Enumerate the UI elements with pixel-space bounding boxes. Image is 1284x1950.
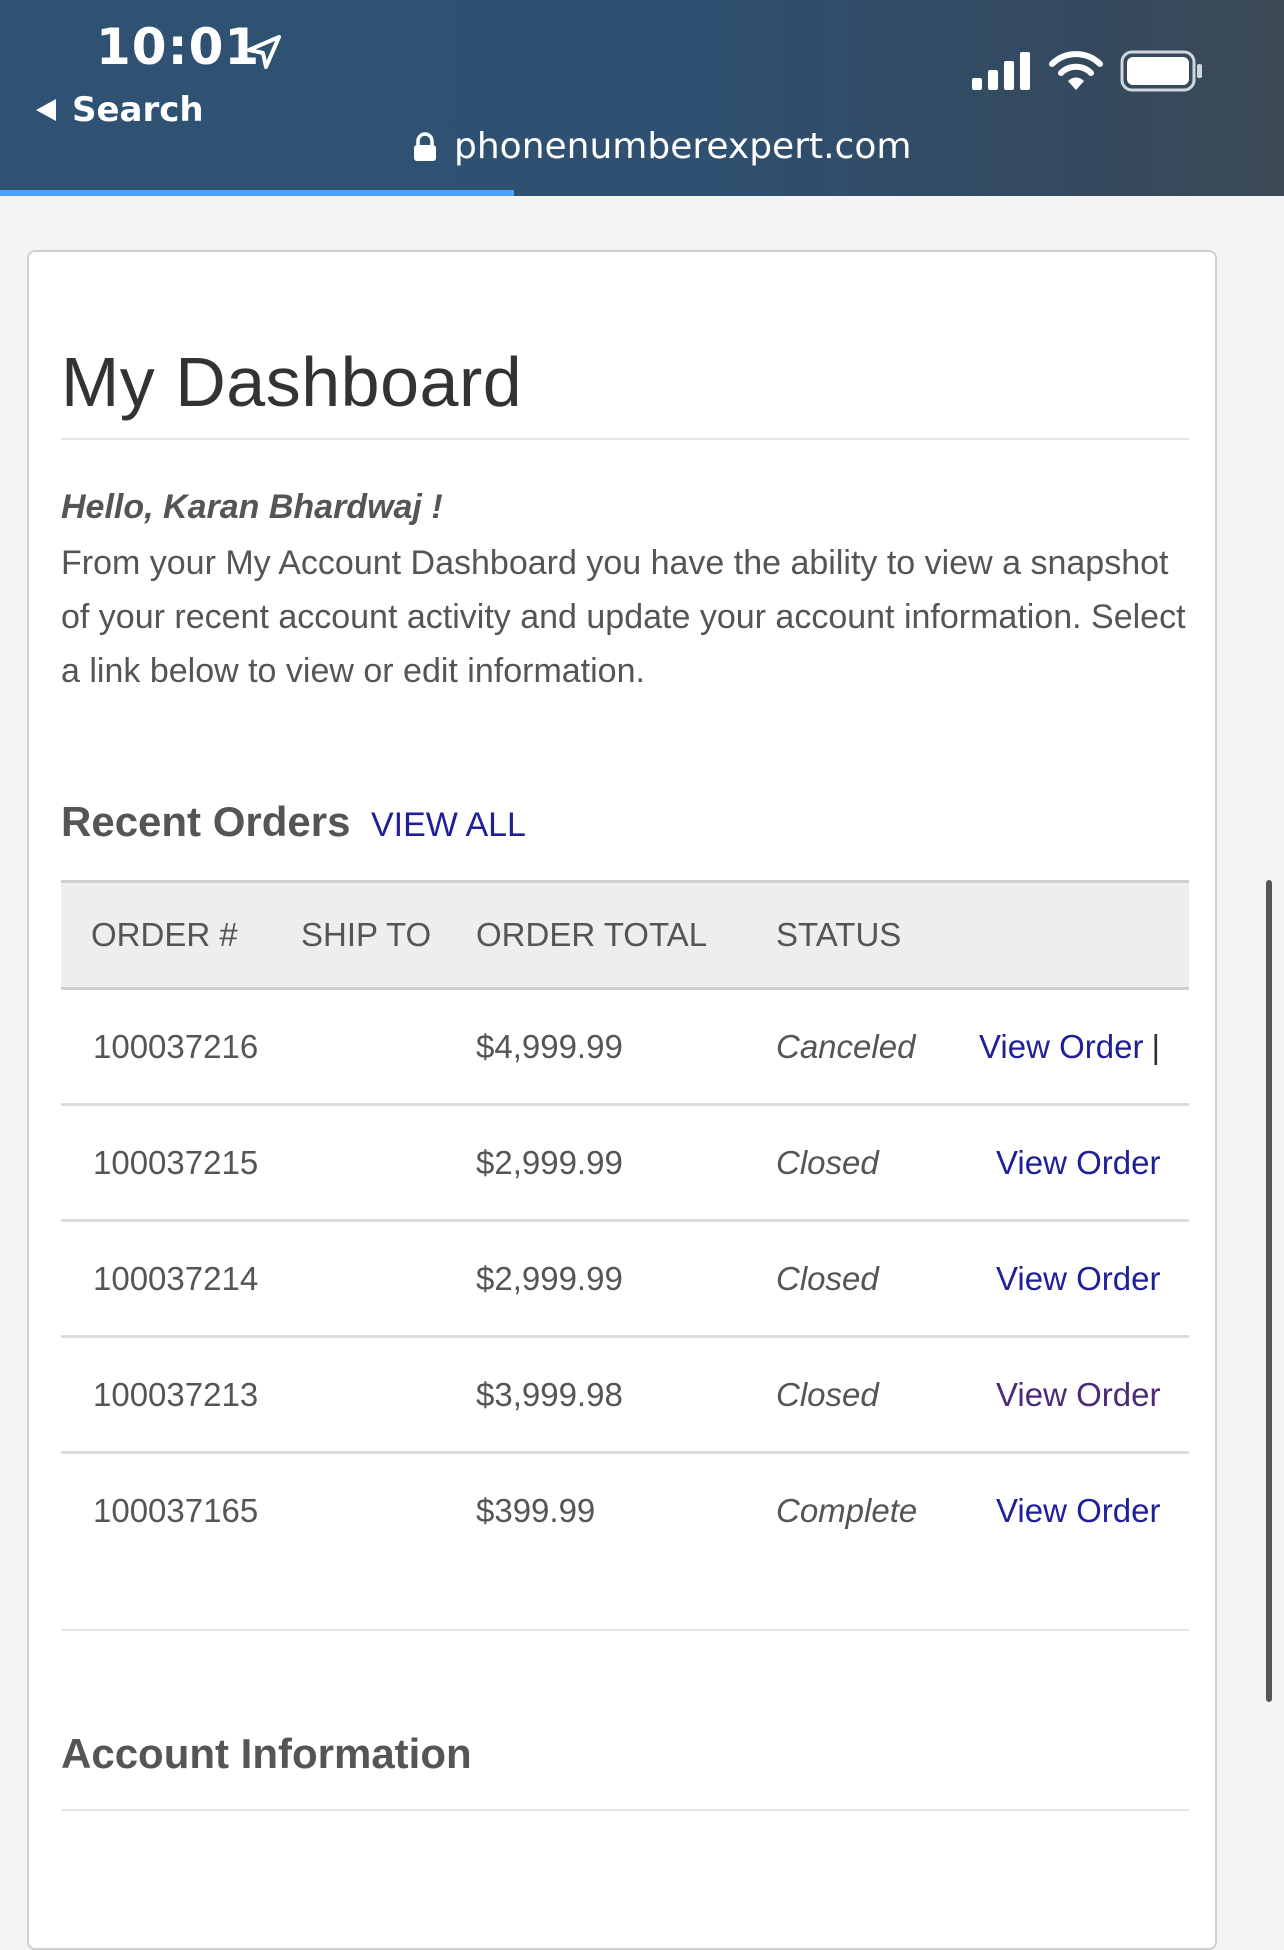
status-time: 10:01 (96, 18, 261, 76)
column-header-order-total: ORDER TOTAL (476, 916, 708, 953)
order-total: $2,999.99 (476, 1260, 623, 1297)
table-row: 100037216 $4,999.99 Canceled View Order | (61, 990, 1189, 1106)
view-order-link[interactable]: View Order (996, 1376, 1160, 1414)
battery-icon (1120, 50, 1202, 92)
browser-header: 10:01 Search phonenumberexpert.com (0, 0, 1284, 196)
title-divider (61, 438, 1189, 440)
column-header-status: STATUS (776, 916, 902, 953)
location-arrow-icon (247, 35, 281, 69)
address-bar[interactable]: phonenumberexpert.com (412, 126, 911, 167)
column-header-order-number: ORDER # (91, 916, 238, 953)
view-order-link[interactable]: View Order (979, 1028, 1143, 1065)
order-status: Closed (776, 1260, 879, 1297)
order-status: Canceled (776, 1028, 916, 1065)
intro-paragraph: From your My Account Dashboard you have … (61, 544, 1186, 690)
action-separator: | (1151, 1028, 1161, 1065)
order-status: Complete (776, 1492, 918, 1529)
account-information-divider (61, 1809, 1189, 1811)
orders-bottom-divider (61, 1629, 1189, 1631)
account-information-title: Account Information (61, 1730, 472, 1777)
order-total: $399.99 (476, 1492, 596, 1529)
page-title: My Dashboard (61, 343, 523, 421)
order-number: 100037216 (93, 1028, 259, 1065)
order-number: 100037165 (93, 1492, 259, 1529)
order-status: Closed (776, 1376, 879, 1413)
orders-table-header: ORDER # SHIP TO ORDER TOTAL STATUS (61, 880, 1189, 990)
table-row: 100037165 $399.99 Complete View Order (61, 1454, 1189, 1570)
wifi-icon (1049, 51, 1103, 90)
recent-orders-title: Recent Orders (61, 798, 351, 845)
back-to-search-link[interactable]: Search (36, 90, 204, 130)
table-row: 100037214 $2,999.99 Closed View Order (61, 1222, 1189, 1338)
back-triangle-icon (36, 99, 56, 121)
order-number: 100037214 (93, 1260, 259, 1297)
url-text: phonenumberexpert.com (454, 126, 912, 167)
table-row: 100037213 $3,999.98 Closed View Order (61, 1338, 1189, 1454)
order-total: $2,999.99 (476, 1144, 623, 1181)
dashboard-card: My Dashboard Hello, Karan Bhardwaj ! Fro… (27, 250, 1217, 1950)
order-total: $4,999.99 (476, 1028, 623, 1065)
greeting-text: Hello, Karan Bhardwaj ! (61, 488, 443, 526)
view-order-link[interactable]: View Order (996, 1144, 1160, 1182)
page-load-progress (0, 190, 514, 196)
order-number: 100037215 (93, 1144, 259, 1181)
lock-icon (414, 131, 436, 161)
view-all-orders-link[interactable]: VIEW ALL (371, 806, 526, 845)
cellular-signal-icon (972, 52, 1030, 90)
view-order-link[interactable]: View Order (996, 1492, 1160, 1530)
table-row: 100037215 $2,999.99 Closed View Order (61, 1106, 1189, 1222)
page-scrollbar[interactable] (1266, 880, 1272, 1702)
order-actions: View Order | (979, 1028, 1160, 1066)
view-order-link[interactable]: View Order (996, 1260, 1160, 1298)
order-number: 100037213 (93, 1376, 259, 1413)
column-header-ship-to: SHIP TO (301, 916, 432, 953)
back-label: Search (72, 90, 204, 130)
order-status: Closed (776, 1144, 879, 1181)
order-total: $3,999.98 (476, 1376, 623, 1413)
